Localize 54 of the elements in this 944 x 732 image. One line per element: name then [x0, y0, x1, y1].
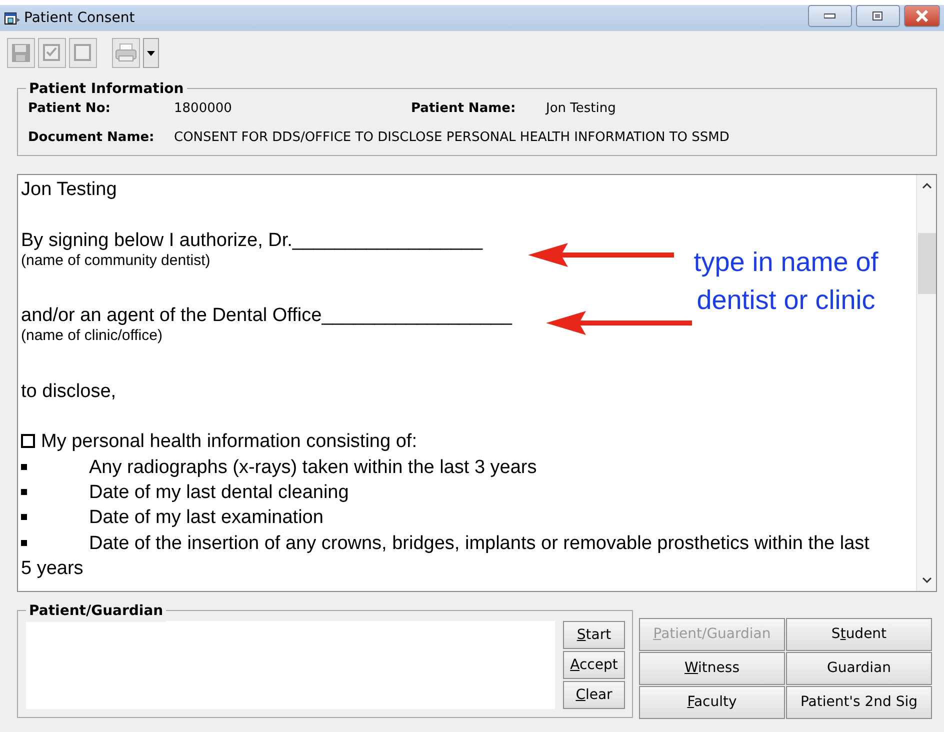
close-button[interactable] — [904, 5, 940, 27]
arrow-icon — [546, 310, 692, 336]
caret-icon — [147, 50, 155, 56]
scrollbar[interactable] — [916, 175, 936, 591]
document-text: Date of my last dental cleaning — [89, 482, 349, 503]
note-text: (name of clinic/office) — [21, 327, 162, 344]
annotation-text: type in name of dentist or clinic — [692, 246, 880, 317]
document-text: By signing below I authorize, Dr.__________________ — [21, 230, 483, 251]
signer-button[interactable]: Faculty — [639, 686, 785, 719]
checked-box-icon — [43, 44, 61, 62]
printer-icon — [115, 43, 137, 63]
field-value: 1800000 — [174, 100, 233, 118]
document-text: Date of the insertion of any crowns, bridges, implants or removable prosthetics within the last — [89, 532, 870, 554]
field-value: Jon Testing — [546, 100, 617, 118]
document-text: to disclose, — [21, 380, 116, 402]
document-text: 5 years — [21, 558, 84, 579]
document-text: Date of my last examination — [89, 507, 324, 528]
window-title: Patient Consent — [24, 8, 135, 28]
document-text: My personal health information consisting of: — [41, 431, 417, 452]
scroll-thumb[interactable] — [918, 233, 936, 294]
group-title: Patient/Guardian — [26, 601, 166, 622]
bullet-icon — [21, 540, 27, 546]
document-text: Jon Testing — [21, 179, 117, 200]
checkbox-button[interactable] — [69, 38, 97, 68]
bullet-icon — [21, 514, 27, 520]
minimize-icon — [824, 13, 836, 19]
signer-button[interactable]: Student — [786, 618, 932, 651]
restore-icon — [872, 11, 884, 21]
save-button[interactable] — [7, 38, 35, 68]
signer-button[interactable]: Witness — [639, 652, 785, 685]
action-button[interactable]: Start — [563, 621, 625, 649]
checkbox-button[interactable] — [38, 38, 66, 68]
document-text: Any radiographs (x-rays) taken within the last 3 years — [89, 456, 537, 478]
action-button[interactable]: Clear — [563, 681, 625, 709]
field-value: CONSENT FOR DDS/OFFICE TO DISCLOSE PERSONAL HEALTH INFORMATION TO SSMD — [174, 128, 730, 146]
dropdown-button[interactable] — [143, 38, 159, 68]
checkbox[interactable] — [21, 434, 35, 448]
close-icon — [915, 10, 929, 22]
minimize-button[interactable] — [808, 5, 852, 27]
document-text: and/or an agent of the Dental Office__________________ — [21, 305, 512, 326]
restore-button[interactable] — [856, 5, 900, 27]
field-label: Patient No: — [28, 100, 112, 118]
field-label: Patient Name: — [411, 100, 517, 118]
scroll-up-icon — [922, 183, 932, 189]
empty-box-icon — [74, 44, 92, 62]
action-button[interactable]: Accept — [563, 651, 625, 679]
note-text: (name of community dentist) — [21, 252, 210, 269]
bullet-icon — [21, 488, 27, 495]
scroll-down-icon — [922, 577, 932, 583]
bullet-icon — [21, 464, 27, 470]
signer-button[interactable]: Patient's 2nd Sig — [786, 686, 932, 719]
arrow-icon — [528, 242, 674, 268]
signer-button[interactable]: Guardian — [786, 652, 932, 685]
field-label: Document Name: — [28, 128, 156, 146]
